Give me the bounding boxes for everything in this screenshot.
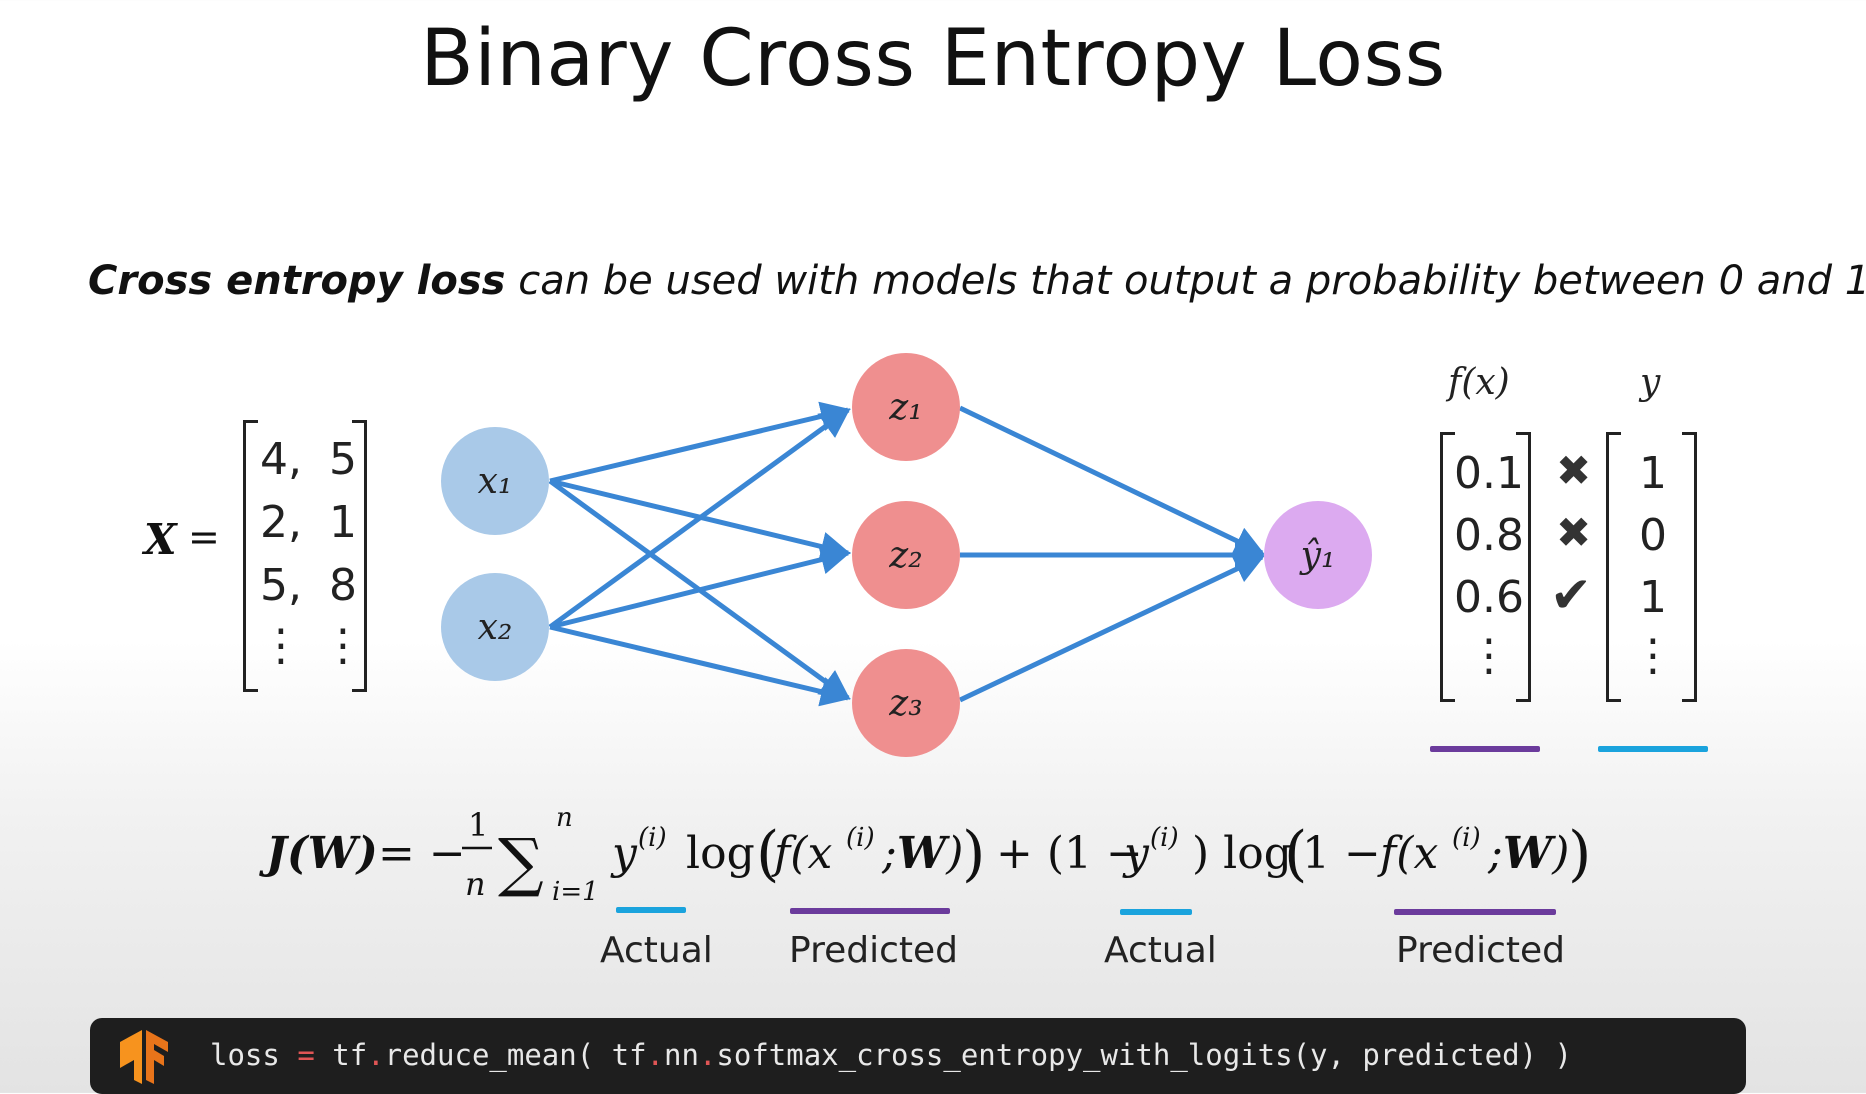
actual-label: Actual: [1104, 930, 1217, 971]
code-token: nn: [664, 1038, 699, 1072]
eq-paren-close-2: ): [1568, 819, 1591, 889]
eq-frac-den: n: [465, 865, 486, 903]
eq-frac-num: 1: [468, 806, 488, 844]
predicted-label: Predicted: [789, 930, 958, 971]
eq-log-1: log: [686, 828, 755, 879]
code-token: =: [297, 1038, 315, 1072]
eq-y-i-sup: (i): [638, 823, 667, 853]
code-token: softmax_cross_entropy_with_logits(y, pre…: [716, 1038, 1572, 1072]
predicted-underline-2: [1394, 909, 1556, 915]
code-token: tf: [314, 1038, 368, 1072]
code-token: .: [367, 1038, 385, 1072]
eq-sum-top: n: [556, 803, 573, 833]
code-token: reduce_mean( tf: [384, 1038, 647, 1072]
eq-sum: ∑: [498, 826, 544, 900]
eq-f-x-2: f(x: [1377, 828, 1438, 879]
code-line: loss = tf.reduce_mean( tf.nn.softmax_cro…: [210, 1038, 1572, 1072]
eq-plus: + (1 −: [996, 828, 1143, 879]
eq-f-w-2: ;W): [1487, 828, 1569, 879]
code-bar: loss = tf.reduce_mean( tf.nn.softmax_cro…: [90, 1018, 1746, 1094]
code-token: loss: [210, 1038, 298, 1072]
eq-f-x-2-sup: (i): [1452, 823, 1481, 853]
eq-y-i-2-sup: (i): [1150, 823, 1179, 853]
eq-one-minus: 1 −: [1302, 828, 1381, 879]
actual-underline-2: [1120, 909, 1192, 915]
eq-j-w: J(W): [259, 828, 378, 879]
eq-f-x-sup: (i): [846, 823, 875, 853]
eq-sum-bottom: i=1: [552, 877, 599, 907]
predicted-label: Predicted: [1396, 930, 1565, 971]
tensorflow-logo-icon: [120, 1030, 168, 1084]
eq-equals-minus: = −: [378, 828, 466, 879]
eq-close-and-log: ) log: [1192, 828, 1292, 879]
eq-f-w: ;W): [881, 828, 963, 879]
actual-underline-1: [616, 907, 686, 913]
eq-y-i: y: [610, 828, 638, 879]
eq-f-x: f(x: [771, 828, 832, 879]
actual-label: Actual: [600, 930, 713, 971]
eq-y-i-2: y: [1122, 828, 1150, 879]
eq-paren-close-1: ): [962, 819, 985, 889]
predicted-underline-1: [790, 908, 950, 914]
code-token: .: [698, 1038, 717, 1072]
code-token: .: [646, 1038, 665, 1072]
